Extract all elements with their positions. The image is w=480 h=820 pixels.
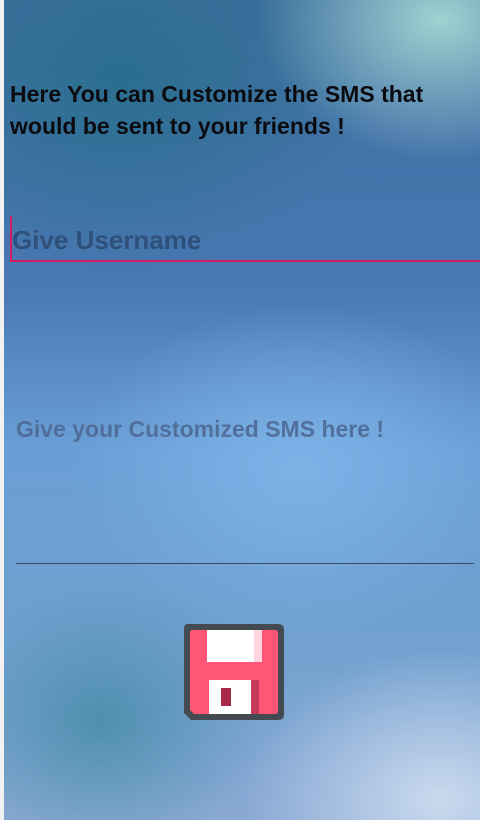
username-field-container [10, 216, 480, 262]
screen-edge [0, 0, 4, 820]
page-description: Here You can Customize the SMS that woul… [10, 81, 424, 139]
username-input[interactable] [12, 216, 480, 260]
floppy-disk-icon [184, 624, 284, 720]
sms-input[interactable] [16, 404, 474, 564]
save-button[interactable] [181, 621, 287, 723]
